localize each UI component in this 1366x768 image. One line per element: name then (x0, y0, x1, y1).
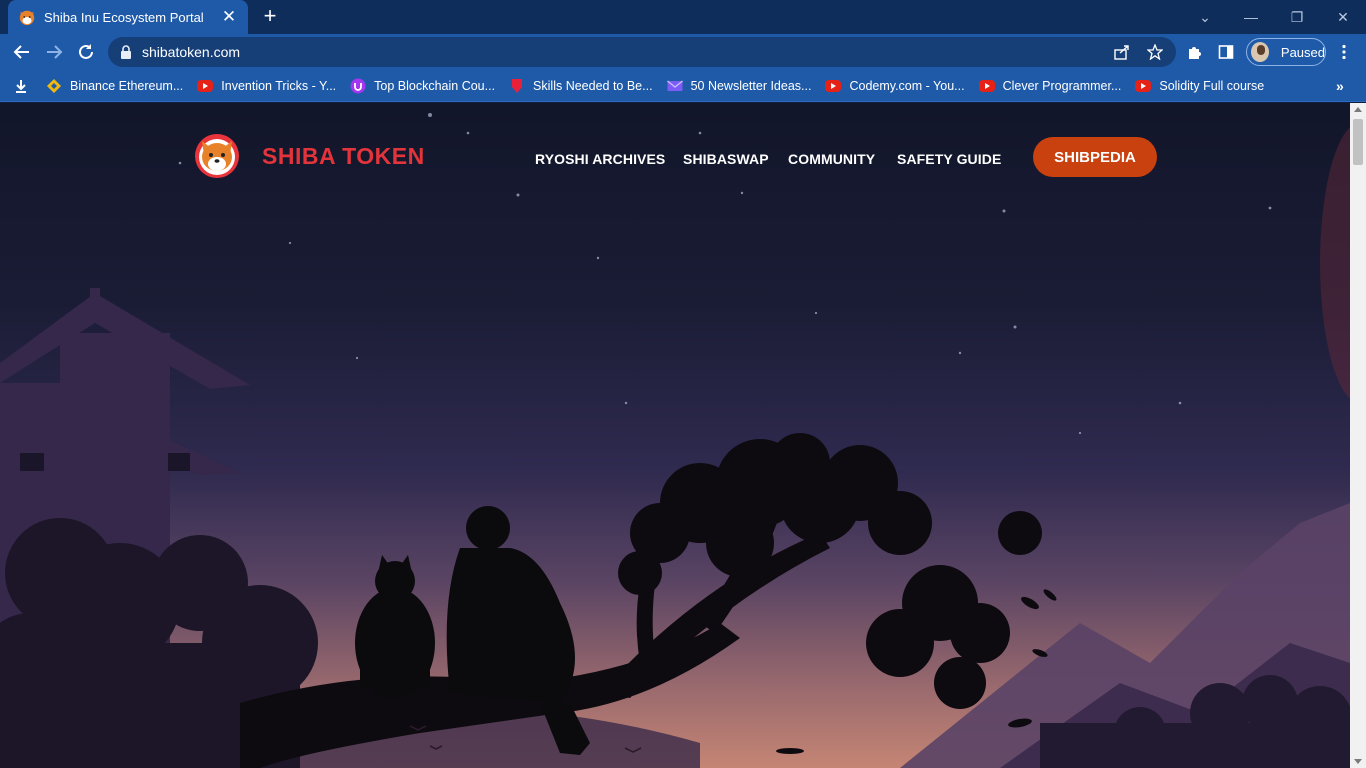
bookmark-item[interactable]: Binance Ethereum... (46, 78, 183, 94)
address-bar[interactable]: shibatoken.com (108, 37, 1176, 67)
minimize-icon[interactable]: — (1228, 0, 1274, 34)
tab-close-icon[interactable]: ✕ (220, 7, 238, 27)
share-icon[interactable] (1110, 40, 1134, 64)
nav-ryoshi-archives[interactable]: RYOSHI ARCHIVES (535, 151, 665, 167)
download-icon[interactable] (14, 79, 28, 93)
browser-toolbar: shibatoken.com Paused (0, 34, 1366, 70)
brand-logo-link[interactable]: SHIBA TOKEN (194, 133, 425, 179)
nav-community[interactable]: COMMUNITY (788, 151, 875, 167)
page-viewport: SHIBA TOKEN RYOSHI ARCHIVES SHIBASWAP CO… (0, 103, 1350, 768)
brand-name: SHIBA TOKEN (262, 142, 425, 169)
scroll-up-icon[interactable] (1354, 107, 1362, 112)
youtube-icon (197, 79, 214, 92)
hero-illustration (0, 113, 1350, 768)
binance-icon (47, 78, 61, 93)
tab-search-icon[interactable]: ⌄ (1182, 0, 1228, 34)
url-text: shibatoken.com (142, 44, 241, 60)
shiba-favicon-icon (19, 10, 35, 26)
bookmark-item[interactable]: Codemy.com - You... (825, 79, 965, 93)
back-icon[interactable] (8, 38, 36, 66)
youtube-icon (978, 79, 995, 92)
restore-icon[interactable]: ❐ (1274, 0, 1320, 34)
bookmark-item[interactable]: Invention Tricks - Y... (197, 79, 336, 93)
bookmark-item[interactable]: Skills Needed to Be... (509, 78, 653, 94)
nav-safety-guide[interactable]: SAFETY GUIDE (897, 151, 1001, 167)
shibpedia-button[interactable]: SHIBPEDIA (1033, 137, 1157, 177)
page-scrollbar[interactable] (1350, 103, 1366, 768)
scroll-down-icon[interactable] (1354, 759, 1362, 764)
active-tab[interactable]: Shiba Inu Ecosystem Portal ✕ (8, 0, 248, 34)
youtube-icon (825, 79, 842, 92)
bookmark-item[interactable]: Top Blockchain Cou... (350, 78, 495, 94)
scroll-thumb[interactable] (1353, 119, 1363, 165)
extensions-icon[interactable] (1182, 40, 1206, 64)
side-panel-icon[interactable] (1214, 40, 1238, 64)
lock-icon (121, 45, 131, 59)
bookmark-item[interactable]: Clever Programmer... (978, 79, 1121, 93)
udemy-icon (350, 78, 366, 93)
bookmark-item[interactable]: Solidity Full course (1135, 79, 1264, 93)
tab-title: Shiba Inu Ecosystem Portal (44, 9, 204, 25)
avatar (1251, 42, 1269, 62)
new-tab-icon[interactable]: + (258, 5, 282, 29)
shiba-logo-icon (195, 134, 239, 178)
reload-icon[interactable] (72, 38, 100, 66)
youtube-icon (1135, 79, 1152, 92)
bookmark-star-icon[interactable] (1143, 40, 1167, 64)
profile-status: Paused (1280, 44, 1325, 60)
title-bar: Shiba Inu Ecosystem Portal ✕ + ⌄ — ❐ ✕ (0, 0, 1366, 34)
mail-icon (666, 79, 683, 91)
window-close-icon[interactable]: ✕ (1320, 0, 1366, 34)
bookmarks-bar: Binance Ethereum... Invention Tricks - Y… (0, 70, 1366, 102)
forward-icon[interactable] (40, 38, 68, 66)
profile-button[interactable]: Paused (1246, 38, 1326, 66)
shield-icon (512, 78, 523, 93)
menu-icon[interactable] (1332, 40, 1356, 64)
nav-shibaswap[interactable]: SHIBASWAP (683, 151, 769, 167)
bookmark-item[interactable]: 50 Newsletter Ideas... (666, 78, 811, 94)
more-bookmarks-icon[interactable]: » (1336, 78, 1344, 94)
